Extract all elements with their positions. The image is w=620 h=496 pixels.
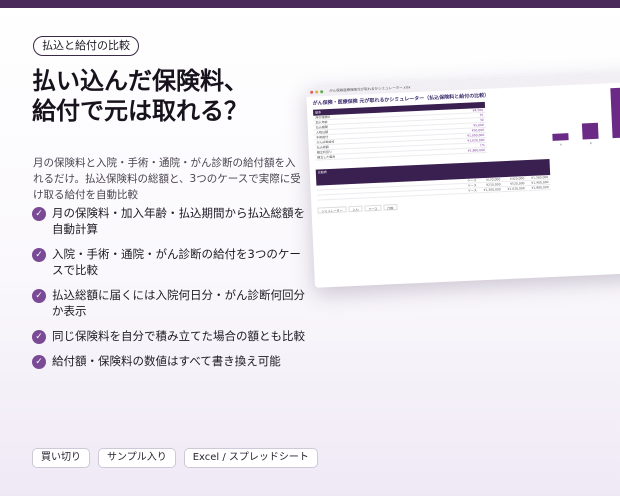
feature-item: ✓ 同じ保険料を自分で積み立てた場合の額とも比較	[32, 328, 310, 344]
feature-item: ✓ 払込総額に届くには入院何日分・がん診断何回分か表示	[32, 287, 310, 319]
input-label: 入院日額	[315, 130, 329, 135]
feature-text: 払込総額に届くには入院何日分・がん診断何回分か表示	[52, 288, 305, 318]
case-cell: ケース	[467, 188, 477, 193]
input-label: 月の保険料	[315, 114, 331, 120]
title-line-1: 払い込んだ保険料、	[32, 67, 248, 95]
input-value: ¥1,000,000	[467, 132, 485, 138]
tag-one-time-purchase: 買い切り	[32, 448, 90, 468]
section-badge: 払込と給付の比較	[33, 36, 139, 56]
title-line-2: 給付で元は取れる？	[32, 97, 248, 125]
sheet-tabs: シミュレーター 入力 ケース 比較	[317, 203, 398, 214]
input-label: 払込総額	[316, 145, 329, 150]
check-icon: ✓	[32, 289, 46, 303]
minimize-dot-icon	[315, 90, 319, 94]
input-value: 35	[479, 112, 484, 118]
feature-item: ✓ 入院・手術・通院・がん診断の給付を3つのケースで比較	[32, 246, 310, 278]
sheet-tab[interactable]: ケース	[364, 204, 382, 212]
sheet-tab[interactable]: シミュレーター	[317, 206, 347, 214]
input-label: 加入年齢	[315, 120, 328, 125]
chart-tick-label: B	[589, 142, 592, 146]
input-label: 積立した場合	[317, 154, 336, 160]
check-icon: ✓	[32, 355, 46, 369]
input-value: 1%	[479, 142, 485, 148]
tag-sample-included: サンプル入り	[98, 448, 176, 468]
sheet-tab[interactable]: 比較	[383, 203, 398, 211]
input-label: がん診断給付	[316, 139, 335, 145]
input-value: ¥1,880,000	[467, 147, 486, 153]
spreadsheet-preview: がん保険医療保険元が取れるかシミュレーター.xlsx がん保険・医療保険 元が取…	[306, 72, 620, 288]
input-label: 積立利回り	[316, 149, 333, 155]
case-cell: ¥1,360,000	[483, 187, 501, 193]
tag-format: Excel / スプレッドシート	[183, 448, 318, 468]
check-icon: ✓	[32, 248, 46, 262]
feature-item: ✓ 給付額・保険料の数値はすべて書き換え可能	[32, 353, 310, 369]
case-table: 比較表 ケース ¥170,000 ¥420,000 ¥1,360,000 ケース ¥210…	[315, 159, 551, 201]
feature-text: 給付額・保険料の数値はすべて書き換え可能	[52, 354, 281, 368]
close-dot-icon	[310, 90, 314, 94]
check-icon: ✓	[32, 207, 46, 221]
feature-item: ✓ 月の保険料・加入年齢・払込期間から払込総額を自動計算	[32, 205, 310, 237]
input-value: ¥50,000	[471, 127, 485, 133]
maximize-dot-icon	[320, 90, 324, 94]
feature-list: ✓ 月の保険料・加入年齢・払込期間から払込総額を自動計算 ✓ 入院・手術・通院・…	[32, 205, 310, 378]
chart-bar	[552, 132, 569, 141]
input-value: ¥1,620,000	[467, 137, 485, 143]
feature-text: 月の保険料・加入年齢・払込期間から払込総額を自動計算	[52, 206, 305, 236]
intro-text: 月の保険料と入院・手術・通院・がん診断の給付額を入れるだけ。払込保険料の総額と、…	[33, 157, 301, 201]
input-label: 手術給付	[316, 135, 329, 140]
sheet-filename: がん保険医療保険元が取れるかシミュレーター.xlsx	[329, 85, 411, 93]
feature-text: 同じ保険料を自分で積み立てた場合の額とも比較	[52, 329, 305, 343]
input-label: 払込期間	[315, 125, 328, 130]
page-title: 払い込んだ保険料、 給付で元は取れる？	[32, 66, 312, 126]
case-cell: ¥1,880,000	[531, 185, 549, 190]
input-value: 30	[479, 117, 484, 123]
input-table: 基本 月の保険料 ¥4,500 加入年齢 35 払込期間 30 入院日額 ¥5,000 手術給付…	[312, 101, 488, 161]
check-icon: ✓	[32, 330, 46, 344]
chart-bar	[581, 122, 599, 140]
feature-text: 入院・手術・通院・がん診断の給付を3つのケースで比較	[52, 247, 301, 277]
input-value: ¥4,500	[472, 107, 484, 113]
tag-row: 買い切り サンプル入り Excel / スプレッドシート	[32, 448, 318, 468]
top-accent-bar	[0, 0, 620, 8]
chart-tick-label: A	[559, 143, 562, 147]
sheet-tab[interactable]: 入力	[348, 205, 363, 213]
chart-tick-label: C	[613, 140, 620, 144]
chart-bar	[610, 87, 620, 139]
case-cell: ¥1,620,000	[507, 186, 525, 191]
input-value: ¥5,000	[473, 122, 484, 128]
comparison-chart: A B C	[542, 81, 620, 149]
